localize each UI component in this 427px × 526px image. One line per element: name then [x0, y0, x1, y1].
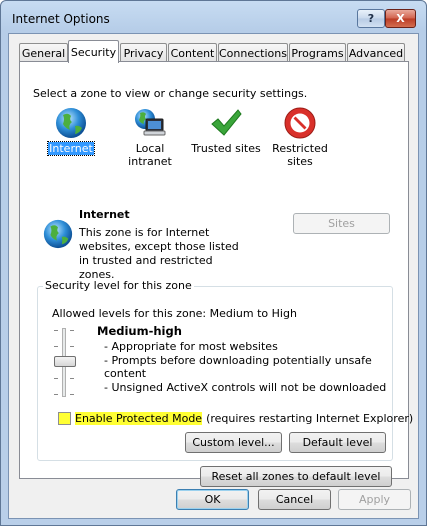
slider-tick: [54, 330, 58, 331]
sites-button[interactable]: Sites: [293, 213, 390, 234]
ok-button[interactable]: OK: [176, 489, 249, 510]
zone-internet-label: Internet: [47, 141, 95, 156]
tab-connections[interactable]: Connections: [218, 43, 288, 62]
globe-icon: [54, 106, 88, 140]
zone-trusted-sites-label: Trusted sites: [191, 142, 261, 155]
slider-tick: [70, 394, 74, 395]
slider-tick: [54, 346, 58, 347]
zone-restricted-sites[interactable]: Restricted sites: [270, 106, 330, 168]
reset-all-zones-button[interactable]: Reset all zones to default level: [200, 466, 392, 487]
protected-mode-row[interactable]: Enable Protected Mode (requires restarti…: [58, 411, 413, 426]
zone-info-description: This zone is for Internet websites, exce…: [79, 226, 239, 281]
list-item: - Prompts before downloading potentially…: [104, 353, 372, 381]
zone-info-globe-icon: [42, 218, 74, 250]
protected-mode-checkbox[interactable]: [58, 412, 71, 425]
internet-options-window: Internet Options ? X General Security Pr…: [0, 0, 427, 526]
security-level-name: Medium-high: [97, 324, 182, 338]
zone-instruction: Select a zone to view or change security…: [33, 87, 308, 100]
zone-local-intranet-label: Local intranet: [128, 142, 172, 168]
security-level-bullets: - Appropriate for most websites - Prompt…: [104, 340, 394, 394]
dialog-client-area: General Security Privacy Content Connect…: [8, 33, 419, 519]
tab-advanced[interactable]: Advanced: [347, 43, 405, 62]
zone-trusted-sites[interactable]: Trusted sites: [190, 106, 262, 155]
slider-tick: [70, 346, 74, 347]
list-item: - Unsigned ActiveX controls will not be …: [104, 380, 387, 394]
help-icon: ?: [367, 12, 375, 25]
zone-info-title: Internet: [79, 208, 130, 221]
restricted-icon: [283, 106, 317, 140]
slider-tick: [54, 394, 58, 395]
help-button[interactable]: ?: [357, 9, 385, 28]
default-level-button[interactable]: Default level: [289, 432, 386, 453]
close-button[interactable]: X: [385, 9, 416, 28]
tab-strip: General Security Privacy Content Connect…: [19, 40, 409, 63]
cancel-button[interactable]: Cancel: [258, 489, 331, 510]
protected-mode-label: Enable Protected Mode: [75, 412, 203, 425]
slider-tick: [70, 378, 74, 379]
list-item: - Appropriate for most websites: [104, 340, 278, 353]
tab-content[interactable]: Content: [168, 43, 217, 62]
tab-privacy[interactable]: Privacy: [120, 43, 167, 62]
zone-internet[interactable]: Internet: [41, 106, 101, 156]
tab-security[interactable]: Security: [68, 40, 119, 63]
security-tab-panel: Select a zone to view or change security…: [19, 61, 413, 487]
tab-general[interactable]: General: [19, 43, 68, 62]
title-bar[interactable]: Internet Options ? X: [1, 1, 426, 33]
security-level-group-title: Security level for this zone: [43, 279, 194, 292]
tab-programs[interactable]: Programs: [289, 43, 346, 62]
slider-tick: [54, 378, 58, 379]
window-title: Internet Options: [12, 12, 110, 26]
intranet-icon: [133, 106, 167, 140]
close-icon: X: [396, 12, 405, 25]
zone-local-intranet[interactable]: Local intranet: [114, 106, 186, 168]
custom-level-button[interactable]: Custom level...: [185, 432, 282, 453]
protected-mode-note: (requires restarting Internet Explorer): [206, 412, 414, 425]
zone-restricted-sites-label: Restricted sites: [272, 142, 328, 168]
checkmark-icon: [209, 106, 243, 140]
allowed-levels-text: Allowed levels for this zone: Medium to …: [52, 307, 297, 320]
slider-tick: [70, 330, 74, 331]
apply-button[interactable]: Apply: [338, 489, 411, 510]
security-level-slider-thumb[interactable]: [54, 356, 76, 367]
